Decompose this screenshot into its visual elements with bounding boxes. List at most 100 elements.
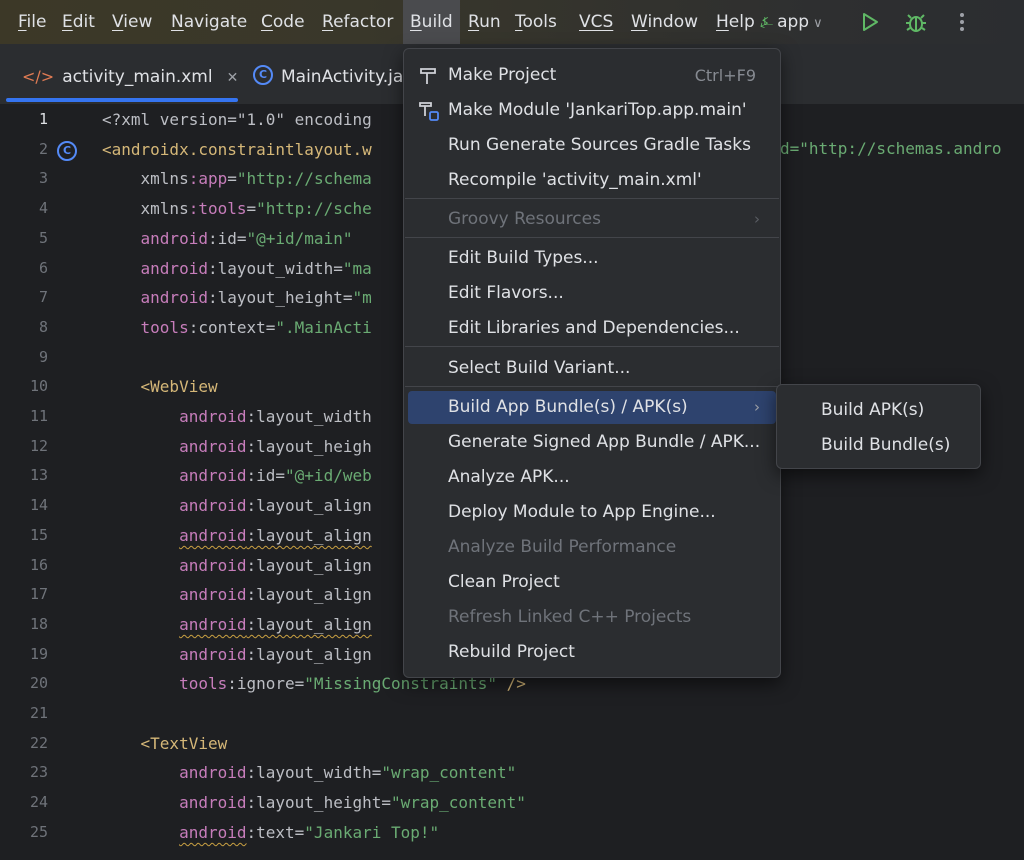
code-line: <WebView: [102, 377, 218, 396]
menu-item-label: Edit Libraries and Dependencies...: [448, 318, 740, 338]
menu-run[interactable]: Run: [461, 0, 508, 44]
code-token: "m: [352, 288, 372, 308]
line-number: 7: [38, 288, 48, 307]
line-number: 17: [29, 585, 48, 604]
menu-item-deploy-module-to-app-engine[interactable]: Deploy Module to App Engine...: [408, 496, 776, 529]
menu-item-select-build-variant[interactable]: Select Build Variant...: [408, 352, 776, 385]
submenu-item-build-apk[interactable]: Build APK(s): [781, 394, 976, 427]
menu-item-label: Clean Project: [448, 572, 560, 592]
android-app-icon: ⍼: [760, 13, 774, 31]
menu-item-label: Groovy Resources: [448, 209, 601, 229]
more-options-icon[interactable]: [950, 10, 974, 34]
menu-edit[interactable]: Edit: [55, 0, 102, 44]
run-configuration-selector[interactable]: ⍼ app ∨: [760, 0, 823, 44]
xml-file-icon: </>: [22, 67, 55, 86]
code-token: :context=: [188, 317, 276, 337]
menu-item-label: Select Build Variant...: [448, 358, 631, 378]
run-icon[interactable]: [858, 10, 882, 34]
menu-label-rest: ools: [522, 12, 557, 32]
menu-vcs[interactable]: VCS: [572, 0, 620, 44]
menu-mnemonic: C: [261, 12, 273, 32]
menu-build[interactable]: Build: [403, 0, 460, 44]
code-token: tools: [102, 317, 189, 337]
menu-item-label: Analyze APK...: [448, 467, 570, 487]
menu-label-rest: avigate: [183, 12, 248, 32]
menu-item-make-project[interactable]: Make Project Ctrl+F9: [408, 59, 776, 92]
menu-item-rebuild-project[interactable]: Rebuild Project: [408, 636, 776, 669]
class-gutter-icon[interactable]: C: [57, 141, 77, 161]
menu-label-rest: efactor: [333, 12, 394, 32]
line-number: 9: [38, 347, 48, 366]
code-token: "wrap_content": [391, 793, 526, 813]
submenu-item-build-bundle[interactable]: Build Bundle(s): [781, 429, 976, 462]
menu-tools[interactable]: Tools: [508, 0, 564, 44]
code-token: android: [102, 228, 208, 248]
code-token: :app: [188, 169, 228, 189]
line-number: 13: [29, 466, 48, 485]
line-number: 5: [38, 228, 48, 247]
code-token: :text=: [246, 822, 305, 842]
code-token: <?xml version="1.0" encoding: [102, 110, 372, 129]
menu-item-generate-signed-app-bundle-apk[interactable]: Generate Signed App Bundle / APK...: [408, 426, 776, 459]
menu-item-label: Analyze Build Performance: [448, 537, 677, 557]
code-line: android:layout_align: [102, 526, 372, 545]
menu-item-edit-build-types[interactable]: Edit Build Types...: [408, 242, 776, 275]
build-app-bundle-submenu: Build APK(s) Build Bundle(s): [776, 384, 981, 469]
menu-item-recompile-activity-main-xml[interactable]: Recompile 'activity_main.xml': [408, 164, 776, 197]
menu-file[interactable]: File: [11, 0, 53, 44]
code-token: :tools: [188, 199, 247, 219]
line-number: 4: [38, 199, 48, 218]
close-icon[interactable]: ✕: [227, 70, 239, 86]
build-menu-dropdown: Make Project Ctrl+F9 Make Module 'JankariT…: [403, 48, 781, 678]
line-number: 8: [38, 317, 48, 336]
menu-mnemonic: F: [18, 12, 27, 32]
menu-navigate[interactable]: Navigate: [164, 0, 254, 44]
code-token: "http://sche: [256, 199, 372, 219]
menu-label-rest: dit: [72, 12, 95, 32]
menu-window[interactable]: Window: [624, 0, 705, 44]
submenu-arrow-icon: ›: [754, 210, 760, 228]
make-module-icon: [419, 102, 439, 121]
menu-refactor[interactable]: Refactor: [315, 0, 400, 44]
code-token: ".MainActi: [275, 317, 372, 337]
code-line: <androidx.constraintlayout.w: [102, 140, 372, 159]
menu-item-label: Rebuild Project: [448, 642, 575, 662]
code-token: :layout_width=: [246, 763, 382, 783]
code-token: xmlns: [102, 199, 189, 219]
debug-icon[interactable]: [904, 10, 928, 34]
menu-help[interactable]: Help: [709, 0, 762, 44]
menu-item-make-module-jankaritop-app-main[interactable]: Make Module 'JankariTop.app.main': [408, 94, 776, 127]
tab-activity-main-xml[interactable]: </> activity_main.xml ✕: [22, 44, 238, 102]
menu-mnemonic: B: [410, 12, 422, 32]
menu-item-run-generate-sources-gradle-tasks[interactable]: Run Generate Sources Gradle Tasks: [408, 129, 776, 162]
line-number: 1: [38, 110, 48, 128]
active-tab-indicator: [6, 98, 238, 102]
line-number: 20: [29, 674, 48, 693]
menu-item-label: Recompile 'activity_main.xml': [448, 170, 702, 190]
menu-label-rest: ode: [272, 12, 305, 32]
code-token: :layout_align: [246, 644, 372, 664]
code-token: android: [179, 822, 247, 842]
menu-label-rest: iew: [123, 12, 153, 32]
menu-view[interactable]: View: [105, 0, 159, 44]
menu-item-edit-flavors[interactable]: Edit Flavors...: [408, 277, 776, 310]
code-line: android:id="@+id/main": [102, 228, 353, 248]
code-token: <TextView: [102, 733, 228, 753]
menu-item-analyze-build-performance: Analyze Build Performance: [408, 531, 776, 564]
code-line: android:id="@+id/web: [102, 466, 372, 485]
menu-code[interactable]: Code: [254, 0, 312, 44]
menu-separator: [405, 198, 779, 199]
code-token: android: [179, 525, 247, 545]
menu-item-label: Generate Signed App Bundle / APK...: [448, 432, 761, 452]
tab-main-activity[interactable]: C MainActivity.ja: [253, 44, 403, 102]
menu-item-edit-libraries-and-dependencies[interactable]: Edit Libraries and Dependencies...: [408, 312, 776, 345]
menu-mnemonic: W: [631, 12, 648, 32]
code-token: :layout_width=: [207, 258, 343, 278]
code-line: tools:context=".MainActi: [102, 318, 372, 337]
menu-item-build-app-bundle-s-apk-s[interactable]: Build App Bundle(s) / APK(s) ›: [408, 391, 776, 424]
menu-item-clean-project[interactable]: Clean Project: [408, 566, 776, 599]
menu-item-analyze-apk[interactable]: Analyze APK...: [408, 461, 776, 494]
code-token: :layout_align: [246, 496, 372, 516]
line-number: 14: [29, 496, 48, 515]
